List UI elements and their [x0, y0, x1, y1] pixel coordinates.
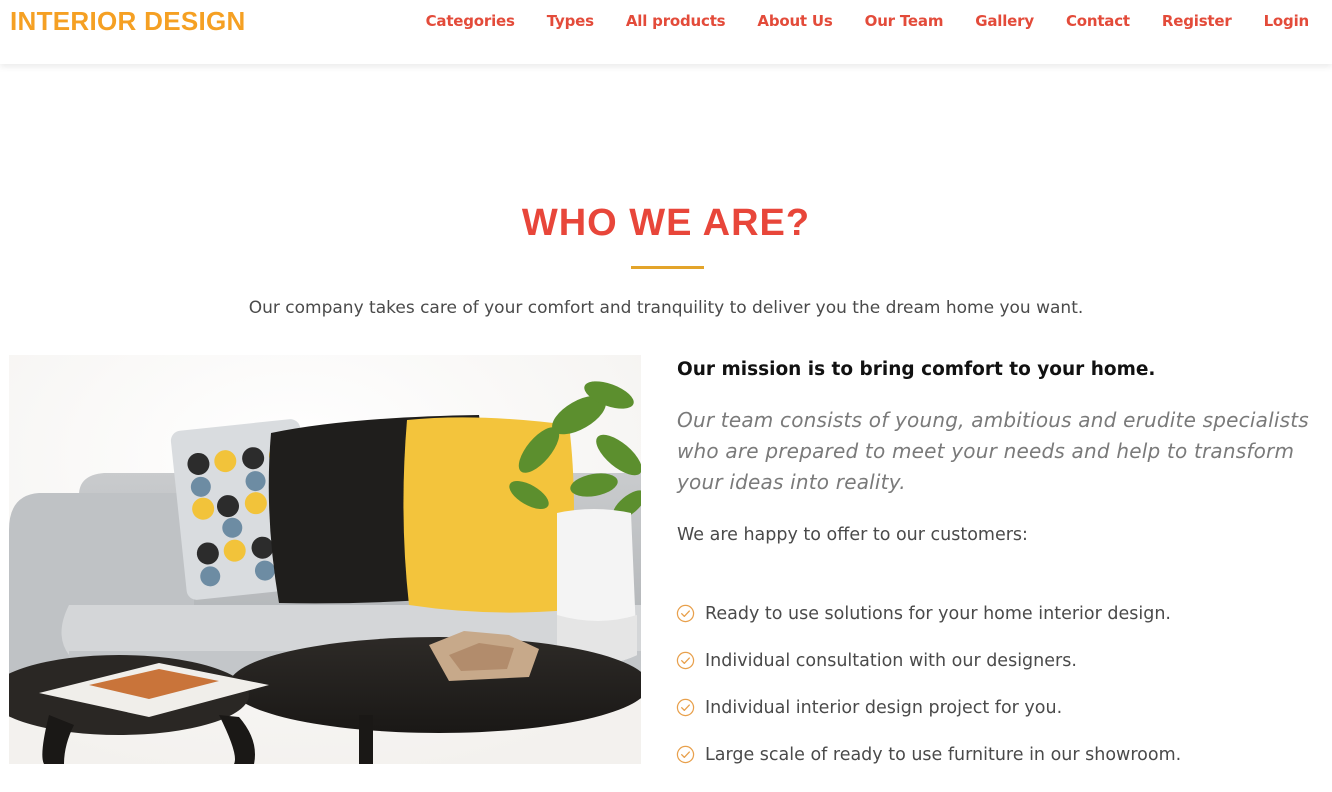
benefits-list: Ready to use solutions for your home int… [676, 590, 1326, 778]
nav-link-categories[interactable]: Categories [426, 11, 515, 31]
offer-heading: We are happy to offer to our customers: [677, 525, 1028, 545]
check-circle-icon [676, 698, 695, 717]
title-divider [631, 266, 704, 269]
benefit-text: Ready to use solutions for your home int… [705, 603, 1171, 624]
list-item: Individual consultation with our designe… [676, 637, 1326, 684]
list-item: Large scale of ready to use furniture in… [676, 731, 1326, 778]
check-circle-icon [676, 651, 695, 670]
team-description: Our team consists of young, ambitious an… [677, 408, 1309, 494]
section-intro: Our company takes care of your comfort a… [248, 298, 1084, 318]
nav-link-all-products[interactable]: All products [626, 11, 726, 31]
navbar: INTERIOR DESIGN Categories Types All pro… [0, 0, 1332, 64]
benefit-text: Individual consultation with our designe… [705, 650, 1077, 671]
benefit-text: Large scale of ready to use furniture in… [705, 744, 1182, 765]
nav-link-types[interactable]: Types [547, 11, 594, 31]
check-circle-icon [676, 745, 695, 764]
nav-link-contact[interactable]: Contact [1066, 11, 1130, 31]
nav-link-login[interactable]: Login [1264, 11, 1310, 31]
brand-logo[interactable]: INTERIOR DESIGN [10, 6, 246, 36]
section-title: WHO WE ARE? [521, 202, 811, 244]
nav-link-our-team[interactable]: Our Team [865, 11, 944, 31]
nav-link-gallery[interactable]: Gallery [975, 11, 1034, 31]
nav-link-about-us[interactable]: About Us [757, 11, 832, 31]
mission-statement: Our mission is to bring comfort to your … [677, 359, 1156, 380]
list-item: Individual interior design project for y… [676, 684, 1326, 731]
main-nav: Categories Types All products About Us O… [394, 11, 1310, 31]
nav-link-register[interactable]: Register [1162, 11, 1232, 31]
benefit-text: Individual interior design project for y… [705, 697, 1063, 718]
check-circle-icon [676, 604, 695, 623]
list-item: Ready to use solutions for your home int… [676, 590, 1326, 637]
living-room-sofa-photo [9, 355, 641, 764]
